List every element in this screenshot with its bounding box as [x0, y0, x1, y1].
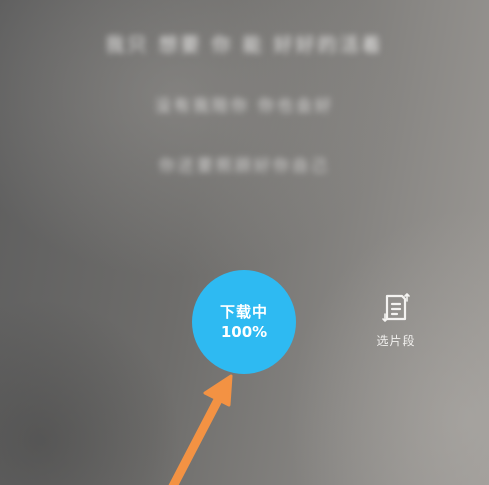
- lyric-line: 你还要照顾好你自己: [158, 156, 330, 175]
- annotation-arrow-head: [203, 374, 233, 407]
- lyrics-area: 我只 想要 你 能 好好的活着 没有我陪你 你也会好 你还要照顾好你自己: [0, 0, 489, 200]
- lyric-line: 我只 想要 你 能 好好的活着: [105, 34, 384, 56]
- select-clip-label: 选片段: [376, 334, 416, 348]
- annotation-arrow-shaft: [168, 395, 223, 485]
- player-screen: 我只 想要 你 能 好好的活着 没有我陪你 你也会好 你还要照顾好你自己 下载中…: [0, 0, 489, 485]
- download-status-label: 下载中: [219, 303, 268, 321]
- lyric-line: 没有我陪你 你也会好: [154, 96, 335, 115]
- clip-segment-icon: [382, 293, 410, 322]
- download-progress-button[interactable]: 下载中 100%: [192, 270, 296, 374]
- select-clip-button[interactable]: 选片段: [364, 292, 428, 358]
- download-progress-text: 100%: [220, 323, 268, 341]
